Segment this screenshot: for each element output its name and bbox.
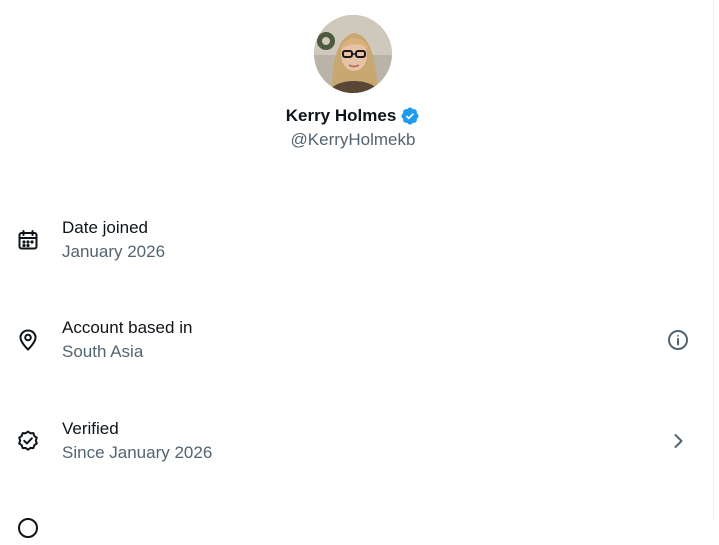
info-row-date-joined: Date joined January 2026 [0,212,706,268]
verified-badge-icon [400,106,420,126]
calendar-icon [16,228,40,252]
next-row-icon [16,516,40,540]
row-text: Date joined January 2026 [62,216,165,264]
info-row-verified[interactable]: Verified Since January 2026 [0,413,706,469]
row-title: Date joined [62,218,149,237]
verified-check-icon [16,429,40,453]
chevron-right-icon[interactable] [666,429,690,453]
column-divider [713,0,714,521]
row-title: Verified [62,419,119,438]
row-subtitle: South Asia [62,342,144,361]
row-subtitle: January 2026 [62,242,166,261]
row-text: Account based in South Asia [62,316,192,364]
profile-header: Kerry Holmes @KerryHolmekb [0,15,706,151]
avatar[interactable] [314,15,392,93]
info-icon[interactable] [666,328,690,352]
row-title: Account based in [62,318,193,337]
avatar-image [314,15,392,93]
user-handle: @KerryHolmekb [290,130,416,149]
info-row-account-based-in: Account based in South Asia [0,312,706,368]
location-pin-icon [16,328,40,352]
name-row: Kerry Holmes [286,104,421,128]
display-name: Kerry Holmes [285,106,397,125]
row-text: Verified Since January 2026 [62,417,212,465]
row-subtitle: Since January 2026 [62,443,213,462]
